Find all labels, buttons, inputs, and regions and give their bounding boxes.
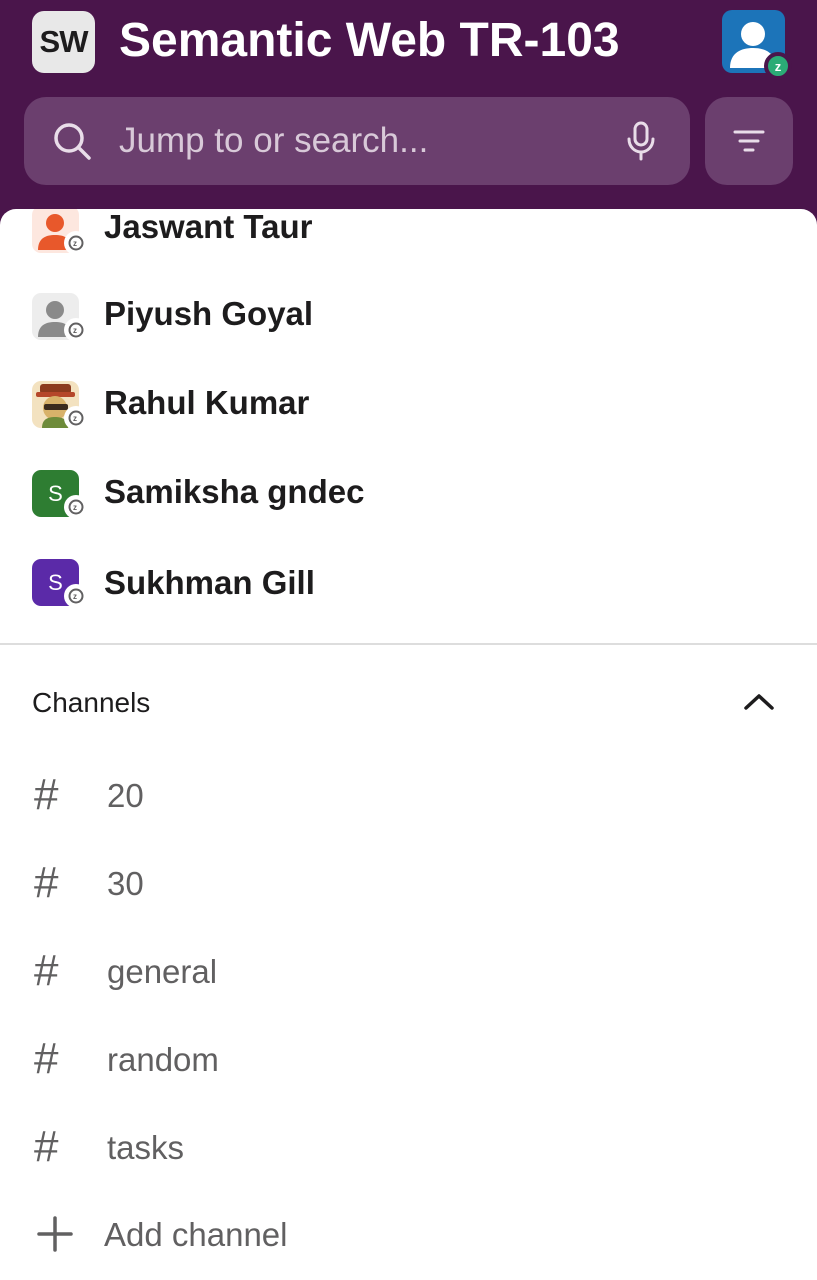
microphone-icon[interactable] <box>624 120 658 162</box>
hash-icon: # <box>34 946 59 995</box>
away-status-icon: z <box>64 318 88 342</box>
channel-name: random <box>107 1041 219 1078</box>
svg-text:z: z <box>73 414 77 423</box>
hash-icon: # <box>34 1034 59 1083</box>
away-status-icon: z <box>64 231 88 255</box>
away-status-icon: z <box>64 406 88 430</box>
sidebar-panel: z Jaswant Taur z Piyush Goyal z Rahul Ku… <box>0 209 817 1280</box>
filter-icon <box>733 130 765 152</box>
hash-icon: # <box>34 858 59 907</box>
chevron-up-icon[interactable] <box>742 691 776 713</box>
dm-item-sukhman-gill[interactable]: S z Sukhman Gill <box>0 540 817 628</box>
dm-name: Piyush Goyal <box>104 295 314 332</box>
away-status-icon: z <box>64 584 88 608</box>
dm-name: Samiksha gndec <box>104 473 365 510</box>
channel-item-random[interactable]: # random <box>0 1018 817 1102</box>
dm-name: Jaswant Taur <box>104 209 313 245</box>
svg-text:z: z <box>73 239 77 248</box>
dm-item-piyush-goyal[interactable]: z Piyush Goyal <box>0 273 817 361</box>
filter-button[interactable] <box>705 97 793 185</box>
svg-text:z: z <box>73 503 77 512</box>
workspace-icon[interactable]: SW <box>32 11 95 73</box>
channel-item-general[interactable]: # general <box>0 930 817 1014</box>
channel-item-tasks[interactable]: # tasks <box>0 1106 817 1190</box>
channel-name: 20 <box>107 777 144 814</box>
away-status-icon: z <box>64 495 88 519</box>
do-not-disturb-icon: z <box>764 52 792 80</box>
add-channel-label: Add channel <box>104 1216 288 1253</box>
workspace-header: SW Semantic Web TR-103 z <box>0 0 817 215</box>
svg-text:z: z <box>73 592 77 601</box>
dm-item-jaswant-taur[interactable]: z Jaswant Taur <box>0 209 817 272</box>
hash-icon: # <box>34 1122 59 1171</box>
channel-name: general <box>107 953 218 990</box>
search-icon <box>54 123 91 160</box>
search-input[interactable] <box>119 115 599 167</box>
hash-icon: # <box>34 770 59 819</box>
dm-item-rahul-kumar[interactable]: z Rahul Kumar <box>0 362 817 450</box>
channel-name: tasks <box>107 1129 185 1166</box>
channels-section-title[interactable]: Channels <box>32 687 150 719</box>
dm-item-samiksha-gndec[interactable]: S z Samiksha gndec <box>0 451 817 539</box>
dm-name: Sukhman Gill <box>104 564 315 601</box>
channel-item-20[interactable]: # 20 <box>0 754 817 838</box>
dm-name: Rahul Kumar <box>104 384 310 421</box>
channel-name: 30 <box>107 865 144 902</box>
section-divider <box>0 643 817 645</box>
channel-item-30[interactable]: # 30 <box>0 842 817 926</box>
svg-text:z: z <box>73 326 77 335</box>
plus-icon <box>37 1216 73 1252</box>
workspace-title[interactable]: Semantic Web TR-103 <box>119 12 620 70</box>
add-channel-button[interactable]: Add channel <box>0 1193 817 1277</box>
search-bar[interactable] <box>24 97 690 185</box>
